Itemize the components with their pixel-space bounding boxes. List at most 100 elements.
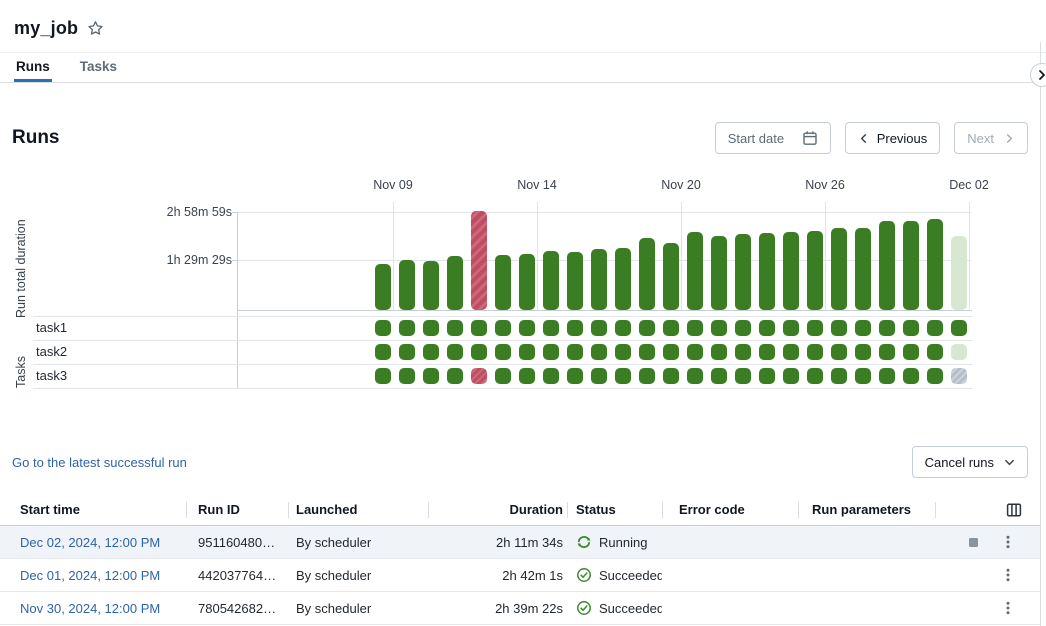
col-header-run-parameters[interactable]: Run parameters bbox=[798, 494, 935, 525]
col-header-launched[interactable]: Launched bbox=[288, 494, 428, 525]
task-run-cell[interactable] bbox=[375, 320, 391, 336]
task-run-cell[interactable] bbox=[615, 344, 631, 360]
task-run-cell[interactable] bbox=[927, 344, 943, 360]
start-time-link[interactable]: Nov 30, 2024, 12:00 PM bbox=[20, 601, 160, 616]
task-run-cell[interactable] bbox=[783, 368, 799, 384]
tab-runs[interactable]: Runs bbox=[14, 53, 52, 82]
task-run-cell[interactable] bbox=[687, 320, 703, 336]
task-run-cell[interactable] bbox=[687, 368, 703, 384]
task-run-cell[interactable] bbox=[615, 320, 631, 336]
task-run-cell[interactable] bbox=[591, 344, 607, 360]
run-duration-bar[interactable] bbox=[495, 255, 511, 310]
run-duration-bar[interactable] bbox=[375, 264, 391, 310]
task-run-cell[interactable] bbox=[639, 368, 655, 384]
task-run-cell[interactable] bbox=[375, 368, 391, 384]
task-run-cell[interactable] bbox=[759, 344, 775, 360]
task-run-cell[interactable] bbox=[855, 344, 871, 360]
task-run-cell[interactable] bbox=[615, 368, 631, 384]
task-run-cell[interactable] bbox=[519, 344, 535, 360]
run-duration-bar[interactable] bbox=[759, 233, 775, 310]
run-duration-bar[interactable] bbox=[663, 243, 679, 310]
task-run-cell[interactable] bbox=[759, 320, 775, 336]
task-run-cell[interactable] bbox=[903, 320, 919, 336]
task-run-cell[interactable] bbox=[495, 320, 511, 336]
task-run-cell[interactable] bbox=[423, 368, 439, 384]
run-duration-bar[interactable] bbox=[567, 252, 583, 310]
col-header-duration[interactable]: Duration bbox=[428, 494, 567, 525]
task-run-cell[interactable] bbox=[543, 344, 559, 360]
task-run-cell[interactable] bbox=[807, 344, 823, 360]
task-run-cell[interactable] bbox=[519, 368, 535, 384]
table-row[interactable]: Nov 30, 2024, 12:00 PM780542682…By sched… bbox=[0, 592, 1040, 625]
run-duration-bar[interactable] bbox=[519, 254, 535, 310]
task-run-cell[interactable] bbox=[663, 368, 679, 384]
run-duration-bar[interactable] bbox=[447, 256, 463, 310]
task-run-cell[interactable] bbox=[903, 368, 919, 384]
run-duration-bar[interactable] bbox=[807, 231, 823, 310]
run-duration-bar[interactable] bbox=[711, 236, 727, 310]
task-run-cell[interactable] bbox=[471, 368, 487, 384]
task-run-cell[interactable] bbox=[399, 368, 415, 384]
latest-successful-run-link[interactable]: Go to the latest successful run bbox=[12, 455, 187, 470]
task-run-cell[interactable] bbox=[807, 320, 823, 336]
task-run-cell[interactable] bbox=[831, 320, 847, 336]
run-duration-bar[interactable] bbox=[951, 236, 967, 310]
run-duration-bar[interactable] bbox=[591, 249, 607, 310]
task-run-cell[interactable] bbox=[951, 368, 967, 384]
task-run-cell[interactable] bbox=[711, 368, 727, 384]
task-run-cell[interactable] bbox=[927, 320, 943, 336]
task-run-cell[interactable] bbox=[879, 320, 895, 336]
task-run-cell[interactable] bbox=[831, 368, 847, 384]
task-run-cell[interactable] bbox=[879, 368, 895, 384]
task-run-cell[interactable] bbox=[447, 320, 463, 336]
task-run-cell[interactable] bbox=[711, 344, 727, 360]
run-duration-bar[interactable] bbox=[903, 221, 919, 310]
run-duration-bar[interactable] bbox=[831, 228, 847, 310]
task-run-cell[interactable] bbox=[567, 368, 583, 384]
run-duration-bar[interactable] bbox=[783, 232, 799, 310]
task-run-cell[interactable] bbox=[543, 320, 559, 336]
task-run-cell[interactable] bbox=[807, 368, 823, 384]
task-run-cell[interactable] bbox=[855, 320, 871, 336]
task-run-cell[interactable] bbox=[423, 320, 439, 336]
task-run-cell[interactable] bbox=[879, 344, 895, 360]
task-run-cell[interactable] bbox=[951, 320, 967, 336]
run-duration-bar[interactable] bbox=[735, 234, 751, 310]
task-run-cell[interactable] bbox=[711, 320, 727, 336]
run-duration-bar[interactable] bbox=[543, 251, 559, 310]
task-run-cell[interactable] bbox=[567, 320, 583, 336]
col-header-start-time[interactable]: Start time bbox=[0, 494, 186, 525]
run-duration-bar[interactable] bbox=[687, 232, 703, 310]
row-menu-button[interactable] bbox=[1000, 600, 1016, 616]
favorite-star-button[interactable] bbox=[87, 20, 104, 37]
stop-run-button[interactable] bbox=[969, 538, 978, 547]
start-time-link[interactable]: Dec 02, 2024, 12:00 PM bbox=[20, 535, 160, 550]
task-run-cell[interactable] bbox=[399, 344, 415, 360]
start-date-button[interactable]: Start date bbox=[715, 122, 831, 154]
task-run-cell[interactable] bbox=[735, 344, 751, 360]
task-run-cell[interactable] bbox=[903, 344, 919, 360]
table-row[interactable]: Dec 01, 2024, 12:00 PM442037764…By sched… bbox=[0, 559, 1040, 592]
run-duration-bar[interactable] bbox=[471, 211, 487, 310]
task-run-cell[interactable] bbox=[375, 344, 391, 360]
task-run-cell[interactable] bbox=[495, 368, 511, 384]
table-row[interactable]: Dec 02, 2024, 12:00 PM951160480…By sched… bbox=[0, 526, 1040, 559]
task-run-cell[interactable] bbox=[471, 320, 487, 336]
task-run-cell[interactable] bbox=[735, 320, 751, 336]
task-run-cell[interactable] bbox=[783, 320, 799, 336]
run-duration-bar[interactable] bbox=[423, 261, 439, 310]
task-run-cell[interactable] bbox=[447, 368, 463, 384]
task-run-cell[interactable] bbox=[495, 344, 511, 360]
cancel-runs-button[interactable]: Cancel runs bbox=[912, 446, 1028, 478]
col-header-error-code[interactable]: Error code bbox=[662, 494, 798, 525]
task-run-cell[interactable] bbox=[759, 368, 775, 384]
task-run-cell[interactable] bbox=[567, 344, 583, 360]
run-duration-bar[interactable] bbox=[399, 260, 415, 310]
task-run-cell[interactable] bbox=[471, 344, 487, 360]
col-header-status[interactable]: Status bbox=[567, 494, 662, 525]
task-run-cell[interactable] bbox=[519, 320, 535, 336]
task-run-cell[interactable] bbox=[663, 320, 679, 336]
task-run-cell[interactable] bbox=[951, 344, 967, 360]
task-run-cell[interactable] bbox=[927, 368, 943, 384]
task-run-cell[interactable] bbox=[687, 344, 703, 360]
